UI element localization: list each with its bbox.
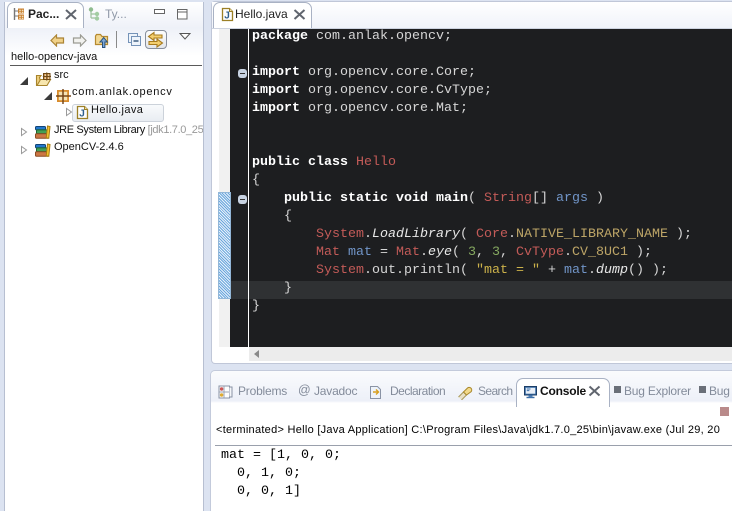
- svg-text:J: J: [79, 109, 85, 120]
- svg-text:J: J: [224, 10, 230, 21]
